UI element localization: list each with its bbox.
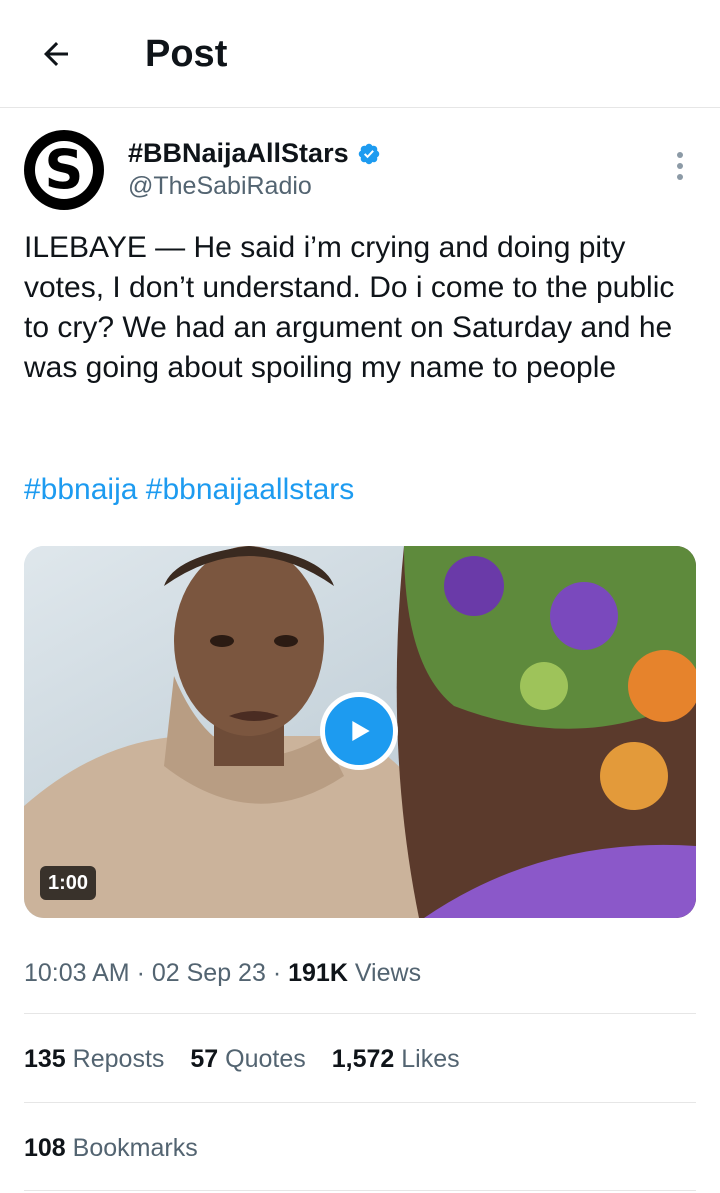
play-icon: [352, 721, 370, 741]
views-count: 191K: [288, 959, 348, 987]
author-name-row: #BBNaijaAllStars: [128, 138, 381, 169]
more-dot-icon: [677, 174, 683, 180]
more-options-button[interactable]: [662, 148, 698, 184]
reposts-count: 135: [24, 1045, 66, 1073]
back-button[interactable]: [32, 30, 80, 78]
bookmarks-label: Bookmarks: [72, 1134, 198, 1162]
divider: [24, 1190, 696, 1191]
post-text: ILEBAYE — He said i’m crying and doing p…: [24, 231, 683, 384]
likes-label: Likes: [401, 1045, 460, 1073]
post-time[interactable]: 10:03 AM: [24, 959, 130, 987]
arrow-left-icon: [44, 42, 68, 66]
likes-stat[interactable]: 1,572 Likes: [332, 1043, 460, 1075]
hashtag-link[interactable]: #bbnaija: [24, 473, 137, 506]
play-button[interactable]: [320, 692, 398, 770]
reposts-label: Reposts: [72, 1045, 165, 1073]
views-label: Views: [354, 959, 422, 987]
quotes-stat[interactable]: 57 Quotes: [190, 1043, 305, 1075]
more-dot-icon: [677, 163, 683, 169]
hashtag-link[interactable]: #bbnaijaallstars: [146, 473, 354, 506]
reposts-stat[interactable]: 135 Reposts: [24, 1043, 164, 1075]
page-title: Post: [145, 33, 228, 75]
meta-separator: ·: [136, 959, 152, 987]
post-meta: 10:03 AM · 02 Sep 23 · 191K Views: [24, 957, 421, 989]
meta-separator: ·: [272, 959, 289, 987]
bookmarks-stat[interactable]: 108 Bookmarks: [24, 1132, 198, 1164]
post-date[interactable]: 02 Sep 23: [152, 959, 266, 987]
avatar[interactable]: S: [24, 130, 104, 210]
quotes-count: 57: [190, 1045, 219, 1073]
quotes-label: Quotes: [225, 1045, 306, 1073]
divider: [24, 1102, 696, 1103]
author-display-name[interactable]: #BBNaijaAllStars: [128, 138, 349, 169]
divider: [24, 1013, 696, 1014]
more-dot-icon: [677, 152, 683, 158]
bookmarks-count: 108: [24, 1134, 66, 1162]
video-duration-badge: 1:00: [40, 866, 97, 900]
video-player[interactable]: 1:00: [24, 546, 696, 918]
post-hashtags: #bbnaija #bbnaijaallstars: [24, 470, 354, 510]
verified-badge-icon: [358, 143, 379, 164]
top-bar: Post: [0, 0, 720, 108]
engagement-stats: 135 Reposts 57 Quotes 1,572 Likes: [24, 1043, 460, 1075]
likes-count: 1,572: [331, 1045, 395, 1073]
avatar-logo: S: [35, 141, 93, 199]
author-handle[interactable]: @TheSabiRadio: [128, 172, 312, 201]
